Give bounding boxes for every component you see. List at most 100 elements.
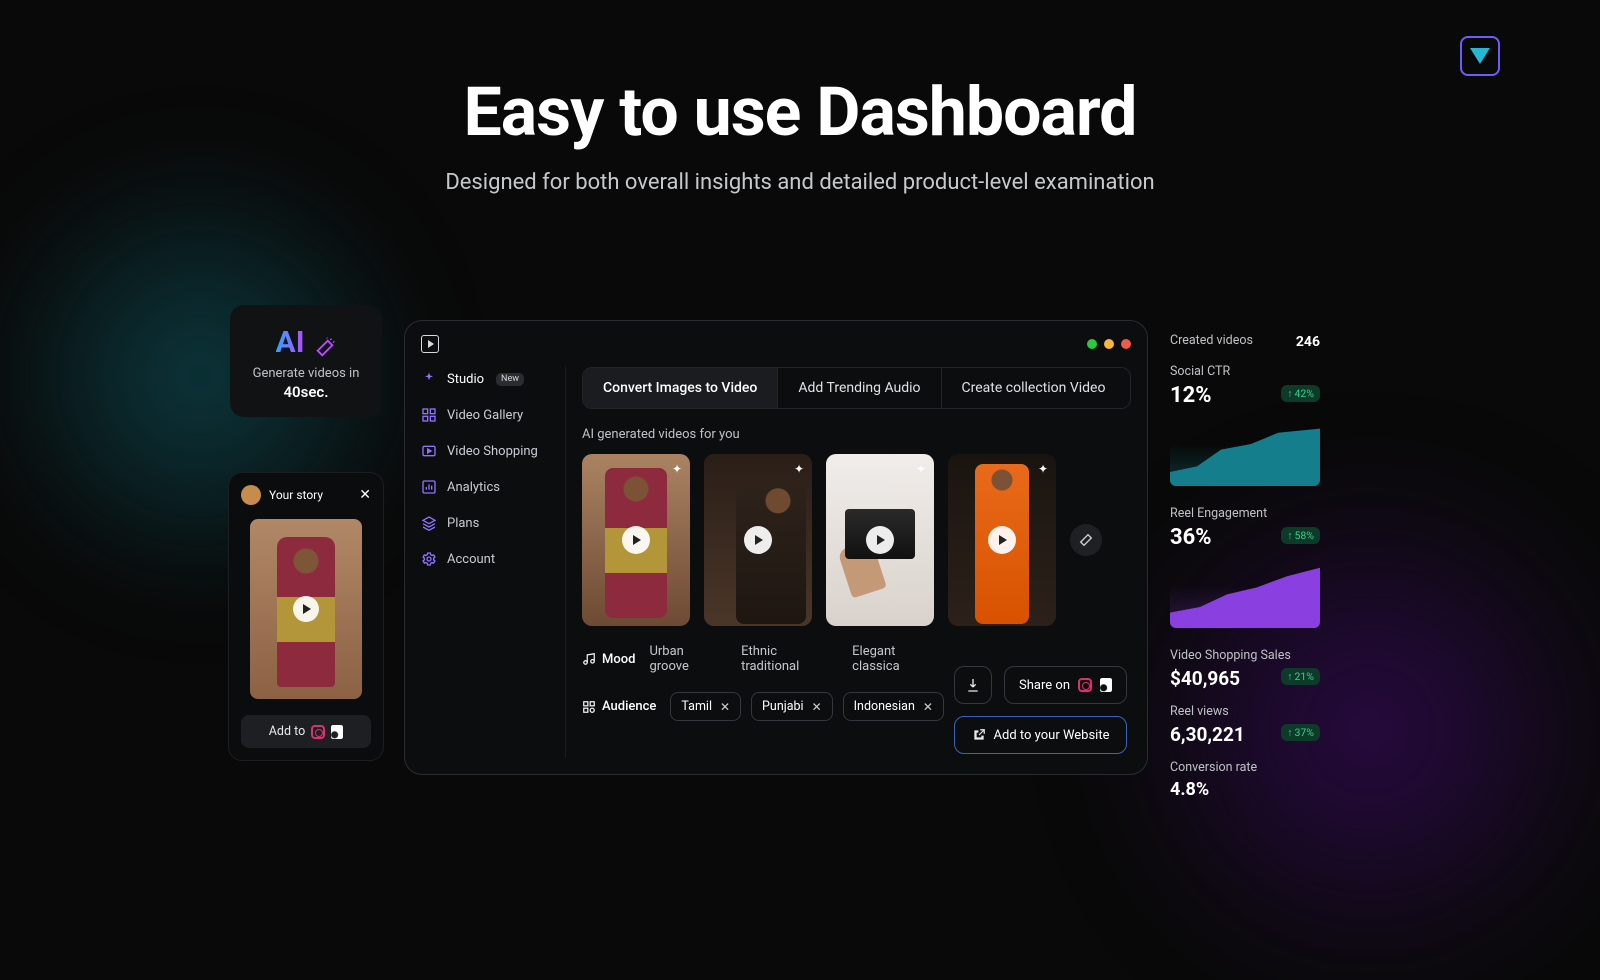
stat-label: Conversion rate [1170,760,1320,775]
ai-line1: Generate videos in [238,366,374,381]
traffic-yellow[interactable] [1104,339,1114,349]
audience-icon [582,700,596,714]
stat-label: Social CTR [1170,364,1320,379]
brand-logo [1460,36,1500,76]
share-button[interactable]: Share on [1004,666,1127,704]
section-title: AI generated videos for you [582,427,1131,442]
instagram-icon [1078,678,1092,692]
add-to-label: Add to [269,724,305,739]
sidebar-item-studio[interactable]: Studio New [421,371,551,387]
tiktok-icon [331,725,343,739]
ai-generate-card: AI Generate videos in 40sec. [230,305,382,417]
remove-icon[interactable]: ✕ [923,700,933,714]
hero-title: Easy to use Dashboard [0,72,1600,152]
sidebar-item-gallery[interactable]: Video Gallery [421,407,551,423]
play-icon[interactable] [866,526,894,554]
your-story-card: Your story ✕ Add to [228,472,384,761]
sidebar-label: Video Shopping [447,444,538,459]
play-icon[interactable] [293,596,319,622]
delta-badge: ↑ 21% [1281,668,1320,685]
sidebar-label: Account [447,552,495,567]
add-to-website-button[interactable]: Add to your Website [954,716,1127,754]
remove-icon[interactable]: ✕ [812,700,822,714]
download-button[interactable] [954,666,992,704]
music-icon [582,652,596,666]
remove-icon[interactable]: ✕ [720,700,730,714]
sidebar-item-account[interactable]: Account [421,551,551,567]
audience-chip[interactable]: Indonesian ✕ [843,692,944,721]
chip-label: Punjabi [762,699,804,714]
mood-option[interactable]: Ethnic traditional [741,644,834,674]
grid-icon [421,407,437,423]
new-badge: New [496,373,524,386]
download-icon [965,677,981,693]
stat-value: 12% [1170,383,1212,408]
sidebar-item-plans[interactable]: Plans [421,515,551,531]
ai-badge: AI [276,325,305,360]
hero: Easy to use Dashboard Designed for both … [0,72,1600,195]
video-thumb[interactable]: ✦ [582,454,690,626]
add-to-button[interactable]: Add to [241,715,371,748]
stat-value: 36% [1170,525,1212,550]
wand-icon [1078,532,1094,548]
video-thumb[interactable]: ✦ [826,454,934,626]
delta-badge: ↑ 37% [1281,724,1320,741]
delta-badge: ↑ 58% [1281,527,1320,544]
video-thumb[interactable]: ✦ [948,454,1056,626]
dashboard-window: Studio New Video Gallery Video Shopping … [404,320,1148,775]
sidebar-item-shopping[interactable]: Video Shopping [421,443,551,459]
sidebar: Studio New Video Gallery Video Shopping … [421,367,551,758]
stat-value: 6,30,221 [1170,723,1245,746]
chart-icon [421,479,437,495]
audience-chip[interactable]: Punjabi ✕ [751,692,833,721]
story-preview[interactable] [250,519,362,699]
story-title: Your story [269,488,351,502]
tabs: Convert Images to Video Add Trending Aud… [582,367,1131,409]
tab-audio[interactable]: Add Trending Audio [778,368,941,408]
avatar [241,485,261,505]
traffic-red[interactable] [1121,339,1131,349]
traffic-green[interactable] [1087,339,1097,349]
ai-line2: 40sec. [238,383,374,401]
play-box-icon [421,443,437,459]
add-web-label: Add to your Website [994,728,1110,743]
engagement-chart [1170,558,1320,628]
window-traffic-lights [1087,339,1131,349]
chip-label: Indonesian [854,699,915,714]
play-icon[interactable] [622,526,650,554]
stat-value: $40,965 [1170,667,1240,690]
gear-icon [421,551,437,567]
stat-value: 4.8% [1170,779,1320,800]
ctr-chart [1170,416,1320,486]
stat-label: Video Shopping Sales [1170,648,1320,663]
sidebar-item-analytics[interactable]: Analytics [421,479,551,495]
chip-label: Tamil [681,699,712,714]
mood-row: Mood Urban groove Ethnic traditional Ele… [582,644,942,674]
sparkle-icon: ✦ [794,462,804,476]
tab-collection[interactable]: Create collection Video [942,368,1126,408]
tiktok-icon [1100,678,1112,692]
tab-convert[interactable]: Convert Images to Video [583,368,778,408]
play-icon[interactable] [744,526,772,554]
sidebar-label: Analytics [447,480,500,495]
layers-icon [421,515,437,531]
action-buttons: Share on Add to your Website [954,666,1127,754]
close-icon[interactable]: ✕ [359,487,371,503]
more-button[interactable] [1070,524,1102,556]
mood-option[interactable]: Urban groove [649,644,723,674]
mood-label: Mood [602,652,635,667]
audience-chip[interactable]: Tamil ✕ [670,692,741,721]
sidebar-label: Studio [447,372,484,387]
video-thumb[interactable]: ✦ [704,454,812,626]
sparkle-icon: ✦ [1038,462,1048,476]
stat-label: Reel views [1170,704,1320,719]
stat-label: Created videos [1170,333,1253,348]
mood-option[interactable]: Elegant classica [852,644,942,674]
sidebar-label: Plans [447,516,479,531]
external-link-icon [972,728,986,742]
sparkle-icon [421,371,437,387]
play-icon[interactable] [988,526,1016,554]
sparkle-icon: ✦ [916,462,926,476]
delta-badge: ↑ 42% [1281,385,1320,402]
sidebar-label: Video Gallery [447,408,523,423]
